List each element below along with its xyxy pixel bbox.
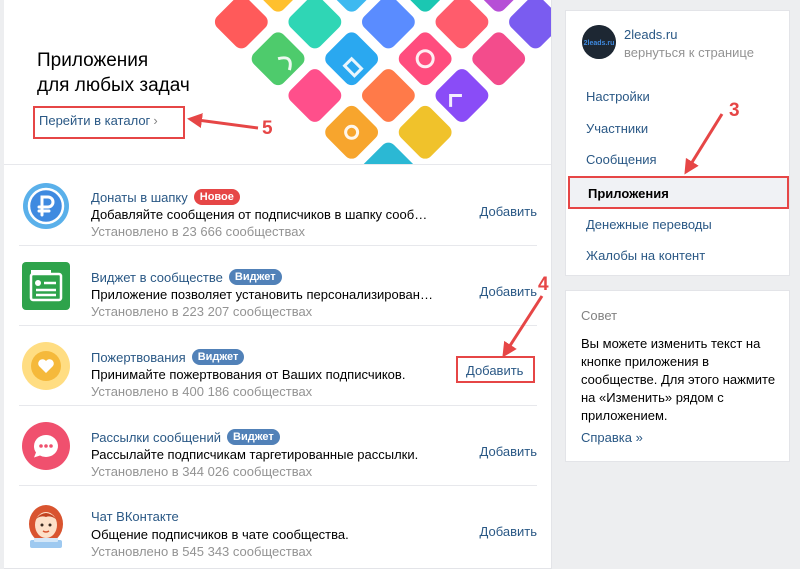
add-app-button[interactable]: Добавить [480, 444, 537, 459]
help-link[interactable]: Справка » [581, 430, 643, 445]
app-row-donations-header: Донаты в шапку Новое Добавляйте сообщени… [19, 166, 537, 246]
heart-icon [22, 342, 70, 390]
banner-title-line2: для любых задач [37, 75, 190, 96]
banner-title-line1: Приложения [37, 50, 149, 71]
add-app-button[interactable]: Добавить [456, 356, 535, 383]
page: Приложения для любых задач Перейти в кат… [0, 0, 800, 569]
group-name-link[interactable]: 2leads.ru [624, 27, 754, 42]
chat-bubble-icon [22, 422, 70, 470]
app-title[interactable]: Пожертвования Виджет [91, 349, 245, 365]
menu-item-money-transfers[interactable]: Денежные переводы [566, 209, 789, 241]
app-install-count: Установлено в 400 186 сообществах [91, 384, 313, 399]
widget-icon [22, 262, 70, 310]
tip-title: Совет [581, 308, 618, 323]
app-title[interactable]: Чат ВКонтакте [91, 509, 179, 524]
app-title-text: Пожертвования [91, 349, 186, 365]
step-5-label: 5 [262, 118, 273, 139]
step-4-label: 4 [538, 274, 549, 295]
new-badge: Новое [193, 189, 240, 205]
widget-badge: Виджет [191, 349, 245, 365]
chat-avatar-icon [29, 505, 63, 548]
app-install-count: Установлено в 23 666 сообществах [91, 224, 305, 239]
widget-badge: Виджет [228, 269, 282, 285]
apps-banner: Приложения для любых задач Перейти в кат… [4, 0, 551, 165]
widget-badge: Виджет [227, 429, 280, 445]
settings-menu: Настройки Участники Сообщения Приложения… [566, 81, 789, 272]
community-nav-card: 2leads.ru 2leads.ru вернуться к странице… [565, 10, 790, 276]
banner-title: Приложения для любых задач [37, 48, 190, 98]
apps-panel: Приложения для любых задач Перейти в кат… [4, 0, 552, 569]
app-title[interactable]: Виджет в сообществе Виджет [91, 269, 282, 285]
app-description: Рассылайте подписчикам таргетированные р… [91, 447, 419, 462]
back-to-page-link[interactable]: вернуться к странице [624, 45, 754, 60]
add-app-button[interactable]: Добавить [480, 284, 537, 299]
catalog-link[interactable]: Перейти в каталог › [33, 106, 185, 139]
app-title-text: Чат ВКонтакте [91, 509, 179, 524]
app-title-text: Донаты в шапку [91, 189, 188, 205]
avatar[interactable]: 2leads.ru [582, 25, 616, 59]
avatar-logo-text: 2leads.ru [584, 40, 615, 47]
app-description: Добавляйте сообщения от подписчиков в ша… [91, 207, 436, 222]
app-title[interactable]: Донаты в шапку Новое [91, 189, 240, 205]
tip-card: Совет Вы можете изменить текст на кнопке… [565, 290, 790, 462]
tip-text: Вы можете изменить текст на кнопке прило… [581, 336, 776, 423]
ruble-icon [23, 183, 69, 229]
app-row-community-widget: Виджет в сообществе Виджет Приложение по… [19, 246, 537, 326]
app-row-donations: Пожертвования Виджет Принимайте пожертво… [19, 326, 537, 406]
app-install-count: Установлено в 344 026 сообществах [91, 464, 313, 479]
app-install-count: Установлено в 545 343 сообществах [91, 544, 313, 559]
menu-item-settings[interactable]: Настройки [566, 81, 789, 113]
app-title-text: Виджет в сообществе [91, 269, 223, 285]
tile-grid [214, 0, 551, 164]
chevron-right-icon: › [153, 113, 158, 128]
app-description: Принимайте пожертвования от Ваших подпис… [91, 367, 406, 382]
group-header[interactable]: 2leads.ru 2leads.ru вернуться к странице [582, 25, 754, 61]
catalog-link-label: Перейти в каталог [39, 113, 151, 128]
app-title[interactable]: Рассылки сообщений Виджет [91, 429, 280, 445]
menu-item-members[interactable]: Участники [566, 113, 789, 145]
app-row-mailing: Рассылки сообщений Виджет Рассылайте под… [19, 406, 537, 486]
app-row-vk-chat: Чат ВКонтакте Общение подписчиков в чате… [19, 486, 537, 566]
menu-item-content-complaints[interactable]: Жалобы на контент [566, 240, 789, 272]
group-logo-icon: 2leads.ru [582, 25, 616, 59]
group-text: 2leads.ru вернуться к странице [624, 25, 754, 61]
app-description: Общение подписчиков в чате сообщества. [91, 527, 349, 542]
app-title-text: Рассылки сообщений [91, 429, 221, 445]
app-list: Донаты в шапку Новое Добавляйте сообщени… [4, 166, 551, 566]
add-app-button[interactable]: Добавить [480, 204, 537, 219]
app-description: Приложение позволяет установить персонал… [91, 287, 436, 302]
banner-illustration [214, 0, 551, 164]
menu-item-apps[interactable]: Приложения [568, 175, 789, 209]
add-app-button[interactable]: Добавить [480, 524, 537, 539]
step-3-label: 3 [729, 100, 740, 121]
menu-item-messages[interactable]: Сообщения [566, 144, 789, 176]
app-install-count: Установлено в 223 207 сообществах [91, 304, 313, 319]
